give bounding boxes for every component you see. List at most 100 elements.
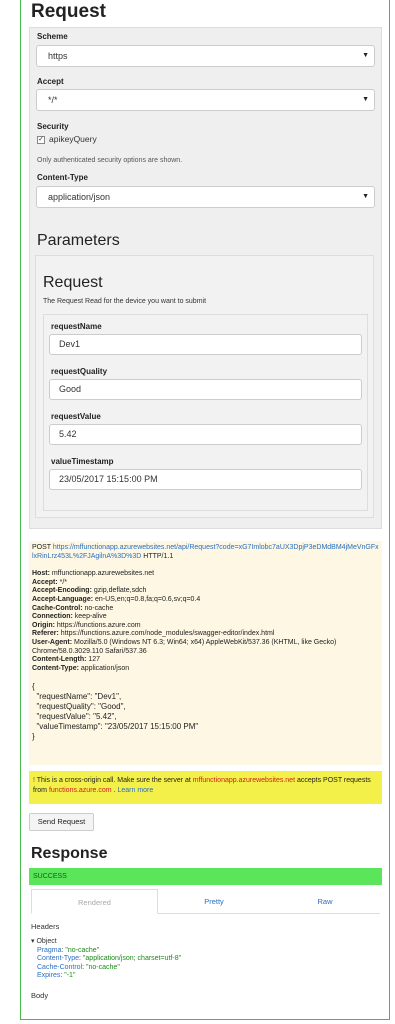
request-header-row: Accept-Encoding: gzip,deflate,sdch	[32, 587, 147, 595]
status-badge: SUCCESS	[29, 868, 382, 885]
body-line: }	[32, 732, 35, 742]
header-value: https://functions.azure.com/node_modules…	[60, 630, 275, 638]
header-value: application/json	[80, 664, 130, 672]
request-url[interactable]: https://mffunctionapp.azurewebsites.net/…	[32, 544, 379, 560]
header-value: keep-alive	[74, 613, 107, 621]
model-title: Request	[43, 274, 103, 291]
header-name: Origin	[32, 621, 53, 629]
header-value: mffunctionapp.azurewebsites.net	[51, 570, 155, 578]
header-name: Content-Length	[32, 656, 85, 664]
field-label-requestValue: requestValue	[51, 412, 101, 421]
scheme-select[interactable]: https ▼	[36, 45, 375, 67]
header-name: Content-Type	[32, 664, 77, 672]
send-request-button[interactable]: Send Request	[29, 813, 94, 831]
response-header-value: "no-cache"	[86, 963, 120, 971]
request-header-row: Content-Type: application/json	[32, 664, 130, 672]
body-label: Body	[31, 991, 49, 1000]
headers-label: Headers	[31, 922, 60, 931]
response-header-row: Cache-Control: "no-cache"	[37, 963, 120, 971]
content-type-label: Content-Type	[37, 173, 88, 182]
request-header-row: Connection: keep-alive	[32, 613, 107, 621]
learn-more-link[interactable]: Learn more	[117, 787, 153, 794]
response-header-key: Content-Type	[37, 955, 80, 963]
response-tabs: Rendered Pretty Raw	[31, 889, 380, 914]
response-headers-tree: ▾ Object Pragma: "no-cache" Content-Type:…	[31, 938, 181, 981]
caret-down-icon[interactable]: ▾	[31, 938, 35, 945]
request-header-row: Content-Length: 127	[32, 656, 101, 664]
apikey-label: apikeyQuery	[49, 134, 97, 144]
header-value: */*	[59, 578, 68, 586]
header-name: Connection	[32, 613, 71, 621]
request-body: { "requestName": "Dev1", "requestQuality…	[32, 682, 379, 742]
body-line: "valueTimestamp": "23/05/2017 15:15:00 P…	[32, 722, 199, 732]
request-headers: Host: mffunctionapp.azurewebsites.net Acc…	[32, 570, 379, 673]
header-name: Host	[32, 570, 48, 578]
apikey-checkbox[interactable]: ✓	[37, 136, 45, 144]
body-line: "requestValue": "5.42",	[32, 712, 117, 722]
tab-rendered[interactable]: Rendered	[31, 889, 158, 914]
security-note: Only authenticated security options are …	[37, 157, 183, 164]
warning-sep: .	[113, 787, 116, 794]
header-name: Accept-Language	[32, 595, 91, 603]
warning-server: mffunctionapp.azurewebsites.net	[192, 777, 296, 784]
request-header-row: Origin: https://functions.azure.com	[32, 621, 141, 629]
response-header-key: Cache-Control	[37, 963, 83, 971]
accept-value: */*	[48, 95, 58, 105]
header-value: 127	[88, 656, 101, 664]
parameters-title: Parameters	[37, 232, 120, 249]
header-name: Accept-Encoding	[32, 587, 90, 595]
content-type-value: application/json	[48, 192, 111, 202]
chevron-down-icon: ▼	[362, 52, 369, 59]
scheme-value: https	[48, 51, 68, 61]
response-title: Response	[31, 845, 108, 862]
valueTimestamp-input[interactable]: 23/05/2017 15:15:00 PM	[49, 469, 362, 490]
request-line: POST https://mffunctionapp.azurewebsites…	[32, 544, 379, 561]
body-line: "requestQuality": "Good",	[32, 702, 126, 712]
header-name: User-Agent	[32, 638, 70, 646]
object-label: Object	[36, 938, 57, 945]
header-value: gzip,deflate,sdch	[93, 587, 147, 595]
request-method: POST	[32, 544, 51, 551]
content-type-select[interactable]: application/json ▼	[36, 186, 375, 208]
accept-select[interactable]: */* ▼	[36, 89, 375, 111]
requestName-input[interactable]: Dev1	[49, 334, 362, 355]
security-label: Security	[37, 122, 69, 131]
tab-raw[interactable]: Raw	[270, 889, 380, 914]
raw-request-panel: POST https://mffunctionapp.azurewebsites…	[29, 541, 382, 765]
request-title: Request	[31, 1, 106, 22]
response-header-value: "application/json; charset=utf-8"	[82, 955, 182, 963]
field-label-requestQuality: requestQuality	[51, 367, 108, 376]
response-header-row: Content-Type: "application/json; charset…	[37, 955, 182, 963]
header-name: Cache-Control	[32, 604, 81, 612]
body-line: "requestName": "Dev1",	[32, 692, 122, 702]
warning-prefix: This is a cross-origin call. Make sure t…	[36, 777, 191, 784]
model-description: The Request Read for the device you want…	[43, 298, 207, 305]
header-name: Accept	[32, 578, 56, 586]
header-value: no-cache	[84, 604, 114, 612]
request-header-row: Referer: https://functions.azure.com/nod…	[32, 630, 275, 638]
request-header-row: Accept: */*	[32, 578, 68, 586]
warning-origin: functions.azure.com	[48, 787, 112, 794]
tab-pretty[interactable]: Pretty	[158, 889, 270, 914]
requestQuality-input[interactable]: Good	[49, 379, 362, 400]
requestValue-input[interactable]: 5.42	[49, 424, 362, 445]
response-header-row: Pragma: "no-cache"	[37, 946, 100, 954]
request-header-row: Cache-Control: no-cache	[32, 604, 114, 612]
chevron-down-icon: ▼	[362, 193, 369, 200]
field-label-valueTimestamp: valueTimestamp	[51, 457, 114, 466]
header-value: Mozilla/5.0 (Windows NT 6.3; Win64; x64)…	[32, 638, 337, 655]
response-header-list: Pragma: "no-cache" Content-Type: "applica…	[31, 947, 181, 981]
response-header-value: "no-cache"	[65, 946, 100, 954]
scheme-label: Scheme	[37, 32, 68, 41]
header-name: Referer	[32, 630, 57, 638]
cross-origin-warning: ! This is a cross-origin call. Make sure…	[29, 771, 382, 804]
header-value: en-US,en;q=0.8,fa;q=0.6,sv;q=0.4	[95, 595, 201, 603]
response-header-key: Expires	[37, 972, 61, 980]
warning-icon: !	[33, 777, 35, 784]
request-header-row: Host: mffunctionapp.azurewebsites.net	[32, 570, 155, 578]
request-protocol: HTTP/1.1	[143, 552, 174, 560]
response-header-value: "-1"	[64, 972, 76, 980]
response-header-key: Pragma	[37, 946, 62, 954]
field-label-requestName: requestName	[51, 322, 102, 331]
request-header-row: User-Agent: Mozilla/5.0 (Windows NT 6.3;…	[32, 638, 337, 655]
